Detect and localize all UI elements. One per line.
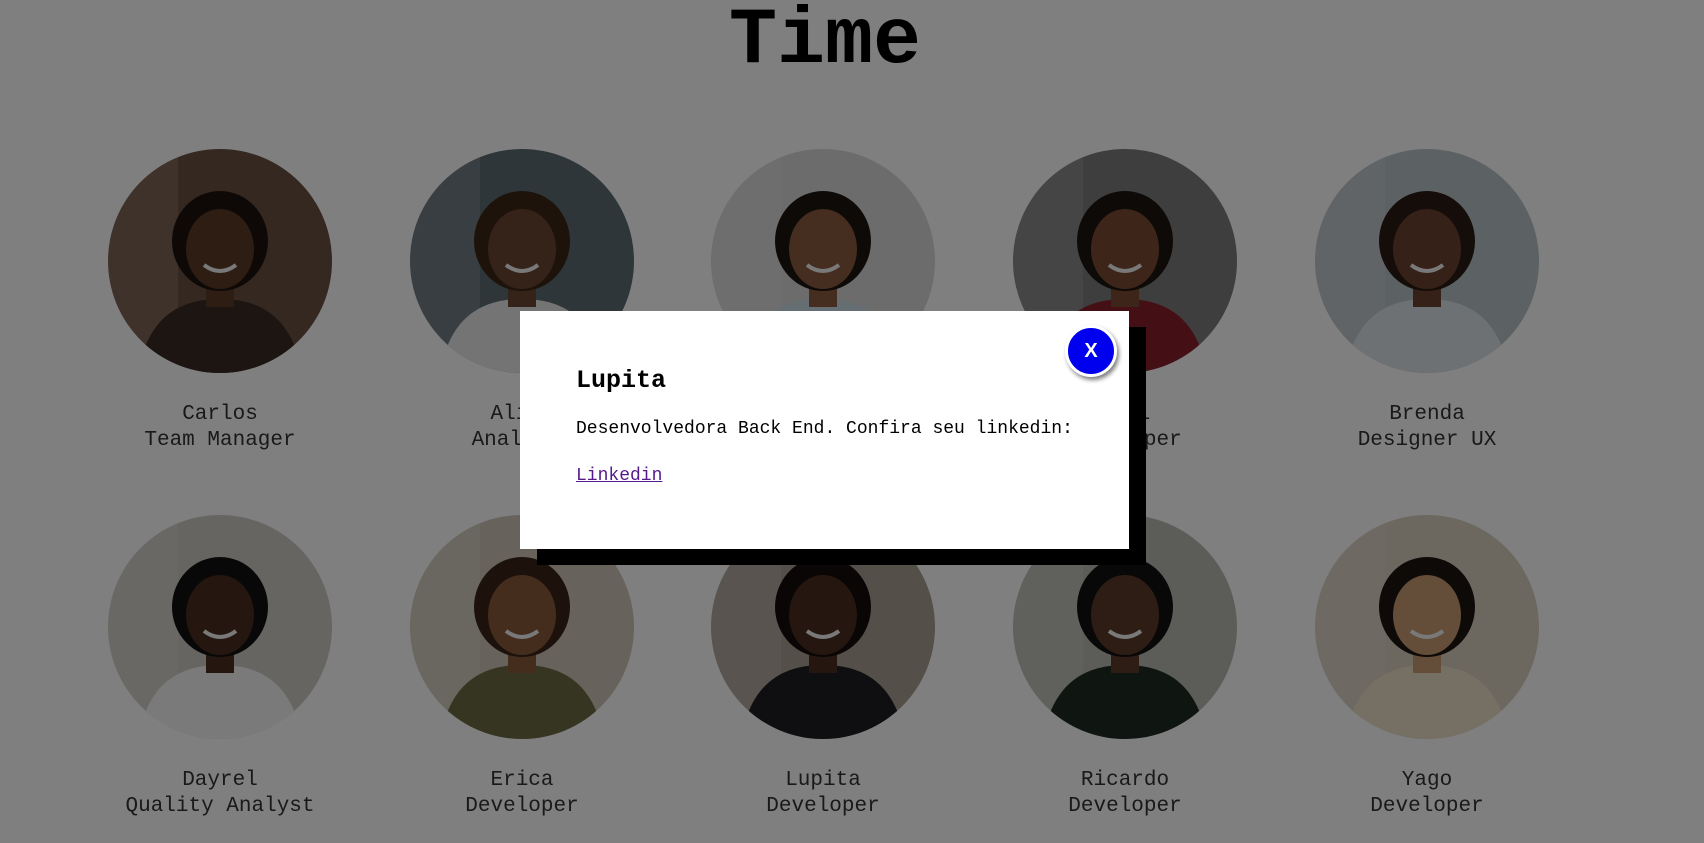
modal-member-name: Lupita (576, 366, 667, 395)
member-modal: X Lupita Desenvolvedora Back End. Confir… (520, 311, 1129, 549)
close-button[interactable]: X (1065, 325, 1117, 377)
linkedin-link[interactable]: Linkedin (576, 466, 662, 486)
modal-description: Desenvolvedora Back End. Confira seu lin… (576, 419, 1073, 439)
